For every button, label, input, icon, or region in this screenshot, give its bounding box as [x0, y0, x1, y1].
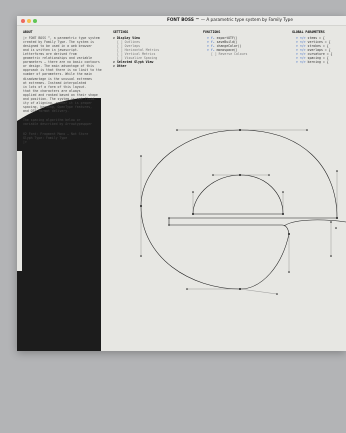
about-panel: ABOUT |> FONT BOSS ™, a parametric type … [23, 30, 102, 144]
title-bar: FONT BOSS ™ — A parametric type system b… [17, 16, 346, 26]
about-text: |> FONT BOSS ™, a parametric type system… [23, 36, 102, 114]
anchor-point[interactable] [140, 155, 142, 157]
glyph-d-counter [17, 151, 22, 271]
glyph-e-outline [140, 129, 338, 290]
glyph-e-terminal [283, 219, 346, 227]
zoom-window-button[interactable] [33, 18, 37, 23]
app-name: FONT BOSS ™ [167, 17, 200, 22]
bezier-handles [140, 129, 338, 295]
param-kerning[interactable]: > <∕> kerning = { [292, 60, 332, 64]
anchor-point[interactable] [330, 255, 332, 257]
about-note-line: variable described by Arrowtypeupper [23, 122, 93, 127]
about-heading: ABOUT [23, 30, 33, 34]
about-note: The spacing algorithm below or variable … [23, 118, 101, 126]
anchor-point[interactable] [282, 213, 284, 215]
minimize-window-button[interactable] [27, 18, 31, 23]
anchor-point[interactable] [336, 217, 338, 219]
global-parameters-heading: GLOBAL PARAMETERS [292, 30, 325, 34]
functions-heading: FUNCTIONS [203, 30, 221, 34]
anchor-point[interactable] [168, 224, 170, 226]
reverse-colours-checkbox[interactable]: [ ] Reverse Colours [203, 52, 247, 56]
anchor-point[interactable] [288, 233, 290, 235]
other-toggle[interactable]: > Other [113, 64, 159, 68]
functions-panel: FUNCTIONS > fₓ exportOTF() > fₓ saveBuil… [203, 30, 247, 56]
anchor-point[interactable] [176, 129, 178, 131]
window-title: FONT BOSS ™ — A parametric type system b… [167, 17, 293, 22]
anchor-point[interactable] [168, 217, 170, 219]
about-line: and OTF format delivery. [23, 109, 70, 114]
close-window-button[interactable] [21, 18, 25, 23]
anchor-point[interactable] [288, 271, 290, 273]
settings-heading: SETTINGS [113, 30, 129, 34]
anchor-points[interactable] [140, 129, 338, 295]
anchor-point[interactable] [336, 170, 338, 172]
about-line: number of parameters. While the main [23, 72, 93, 77]
app-window: FONT BOSS ™ — A parametric type system b… [17, 16, 346, 351]
anchor-point[interactable] [335, 227, 337, 229]
anchor-point[interactable] [239, 288, 241, 290]
settings-panel: SETTINGS > Display View [ ] Outlines [ ]… [113, 30, 159, 68]
anchor-point[interactable] [282, 191, 284, 193]
anchor-point[interactable] [268, 174, 270, 176]
anchor-point[interactable] [192, 191, 194, 193]
anchor-point[interactable] [330, 221, 332, 223]
anchor-point[interactable] [276, 293, 278, 295]
anchor-point[interactable] [239, 174, 241, 176]
anchor-point[interactable] [239, 129, 241, 131]
about-footer-line: |> [23, 139, 27, 144]
anchor-point[interactable] [140, 205, 142, 207]
param-label: kerning = { [307, 60, 329, 65]
global-parameters-panel: GLOBAL PARAMETERS > <∕> stems = { > <∕> … [292, 30, 332, 64]
anchor-point[interactable] [212, 174, 214, 176]
anchor-point[interactable] [186, 288, 188, 290]
app-tagline: — A parametric type system by Family Typ… [199, 17, 293, 22]
anchor-point[interactable] [306, 129, 308, 131]
anchor-point[interactable] [140, 255, 142, 257]
glyph-e-counter [192, 174, 284, 215]
param-arrow-icon: > <∕> [296, 60, 306, 65]
anchor-point[interactable] [192, 213, 194, 215]
about-footer: 02 Font: Fragment Mono — Not Store Glyph… [23, 132, 101, 144]
